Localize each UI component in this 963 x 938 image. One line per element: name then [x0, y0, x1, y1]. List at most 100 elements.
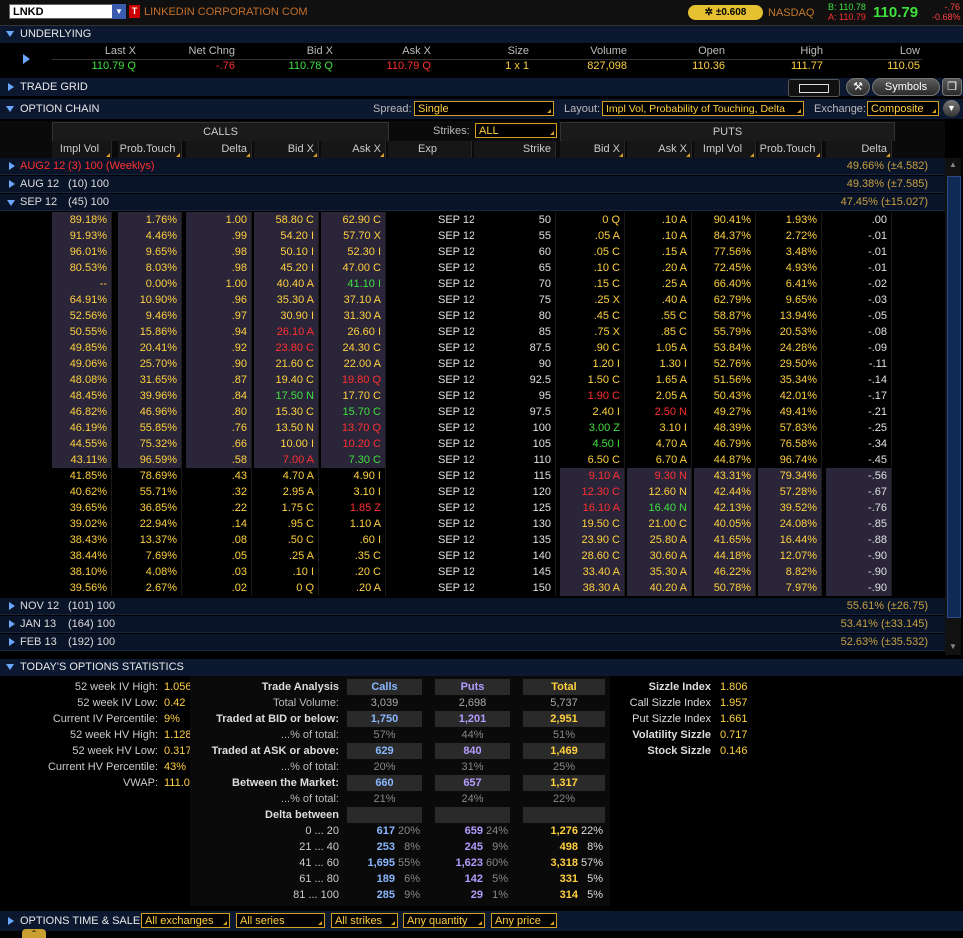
chain-cell[interactable]: .05 A — [560, 228, 625, 244]
chain-cell[interactable]: 37.10 A — [321, 292, 386, 308]
trade-badge[interactable]: T — [129, 5, 140, 18]
chain-cell[interactable]: 40.40 A — [254, 276, 319, 292]
chain-cell[interactable]: .10 A — [627, 212, 692, 228]
chain-cell[interactable]: 2.40 I — [560, 404, 625, 420]
time-sales-filter-dropdown[interactable]: All exchanges — [141, 913, 230, 928]
chain-row[interactable]: 39.56% 2.67% .02 0 Q .20 A SEP 12 150 38.30 A 40… — [0, 580, 945, 596]
chain-cell[interactable]: 7.30 C — [321, 452, 386, 468]
chain-cell[interactable]: 7.00 A — [254, 452, 319, 468]
chain-cell[interactable]: 1.30 I — [627, 356, 692, 372]
chain-cell[interactable]: 25.80 A — [627, 532, 692, 548]
chain-cell[interactable]: .45 C — [560, 308, 625, 324]
chain-cell[interactable]: .25 A — [627, 276, 692, 292]
chain-cell[interactable]: 4.70 A — [254, 468, 319, 484]
chain-cell[interactable]: .75 X — [560, 324, 625, 340]
chain-cell[interactable]: 10.20 C — [321, 436, 386, 452]
chain-cell[interactable]: 58.80 C — [254, 212, 319, 228]
chain-cell[interactable]: 1.10 A — [321, 516, 386, 532]
chain-cell[interactable]: 62.90 C — [321, 212, 386, 228]
chain-cell[interactable]: 57.70 X — [321, 228, 386, 244]
chain-cell[interactable]: 17.50 N — [254, 388, 319, 404]
chain-cell[interactable]: 33.40 A — [560, 564, 625, 580]
chain-cell[interactable]: .10 A — [627, 228, 692, 244]
series-row[interactable]: AUG2 12 (3) 100 (Weeklys) 49.66% (±4.582) — [0, 158, 945, 175]
chain-row[interactable]: -- 0.00% 1.00 40.40 A 41.10 I SEP 12 70.15 C .2… — [0, 276, 945, 292]
chain-cell[interactable]: 45.20 I — [254, 260, 319, 276]
chain-cell[interactable]: .55 C — [627, 308, 692, 324]
scrollbar-thumb[interactable] — [947, 176, 961, 618]
column-header[interactable]: Delta — [186, 141, 252, 158]
chain-cell[interactable]: 12.60 N — [627, 484, 692, 500]
chain-row[interactable]: 89.18% 1.76% 1.00 58.80 C 62.90 C SEP 12 50 0 Q… — [0, 212, 945, 228]
chain-cell[interactable]: 16.40 N — [627, 500, 692, 516]
wrench-button[interactable]: ⚒ — [846, 78, 870, 96]
chain-row[interactable]: 38.43% 13.37% .08.50 C .60 I SEP 12 135 23.90 … — [0, 532, 945, 548]
time-sales-filter-dropdown[interactable]: Any quantity — [403, 913, 485, 928]
column-header[interactable]: Ask X — [321, 141, 386, 158]
chain-row[interactable]: 49.06% 25.70% .90 21.60 C 22.00 A SEP 12 90 1.2… — [0, 356, 945, 372]
chain-cell[interactable]: 21.00 C — [627, 516, 692, 532]
column-header[interactable]: Strike — [474, 141, 556, 158]
chain-cell[interactable]: 6.50 C — [560, 452, 625, 468]
chain-cell[interactable]: 23.80 C — [254, 340, 319, 356]
chain-cell[interactable]: 10.00 I — [254, 436, 319, 452]
chain-cell[interactable]: 4.50 I — [560, 436, 625, 452]
chain-row[interactable]: 41.85% 78.69% .43 4.70 A 4.90 I SEP 12 115 9.10… — [0, 468, 945, 484]
chain-cell[interactable]: 0 Q — [254, 580, 319, 596]
chain-row[interactable]: 64.91% 10.90% .96 35.30 A 37.10 A SEP 12 75.25… — [0, 292, 945, 308]
chain-cell[interactable]: .40 A — [627, 292, 692, 308]
chain-cell[interactable]: .15 C — [560, 276, 625, 292]
chain-cell[interactable]: 9.10 A — [560, 468, 625, 484]
chain-cell[interactable]: 26.60 I — [321, 324, 386, 340]
chain-cell[interactable]: 21.60 C — [254, 356, 319, 372]
chain-cell[interactable]: 30.60 A — [627, 548, 692, 564]
chain-cell[interactable]: 2.50 N — [627, 404, 692, 420]
layout-dropdown[interactable]: Impl Vol, Probability of Touching, Delta — [602, 101, 804, 116]
series-row[interactable]: JAN 13 (164) 100 53.41% (±33.145) — [0, 616, 945, 633]
chain-cell[interactable]: 1.75 C — [254, 500, 319, 516]
chain-row[interactable]: 40.62% 55.71% .32 2.95 A 3.10 I SEP 12 120 12.3… — [0, 484, 945, 500]
column-header[interactable]: Bid X — [254, 141, 319, 158]
chain-row[interactable]: 80.53% 8.03% .98 45.20 I 47.00 C SEP 12 65.10 … — [0, 260, 945, 276]
chain-row[interactable]: 50.55% 15.86% .94 26.10 A 26.60 I SEP 12 85.75… — [0, 324, 945, 340]
chain-cell[interactable]: 13.70 Q — [321, 420, 386, 436]
chain-cell[interactable]: .95 C — [254, 516, 319, 532]
time-sales-filter-dropdown[interactable]: Any price — [491, 913, 557, 928]
chain-cell[interactable]: 19.80 Q — [321, 372, 386, 388]
column-header[interactable]: Bid X — [560, 141, 625, 158]
chain-row[interactable]: 39.65% 36.85% .22 1.75 C 1.85 Z SEP 12 125 16.1… — [0, 500, 945, 516]
chain-row[interactable]: 38.10% 4.08% .03.10 I .20 C SEP 12 145 33.40 A… — [0, 564, 945, 580]
chain-cell[interactable]: .25 X — [560, 292, 625, 308]
chain-cell[interactable]: .35 C — [321, 548, 386, 564]
chain-cell[interactable]: 2.05 A — [627, 388, 692, 404]
chain-cell[interactable]: .05 C — [560, 244, 625, 260]
column-header[interactable]: Delta — [826, 141, 892, 158]
underlying-header[interactable]: UNDERLYING — [0, 26, 963, 43]
chain-cell[interactable]: 19.40 C — [254, 372, 319, 388]
chain-row[interactable]: 38.44% 7.69% .05.25 A .35 C SEP 12 140 28.60 C… — [0, 548, 945, 564]
chain-cell[interactable]: 26.10 A — [254, 324, 319, 340]
column-header[interactable]: Prob.Touch — [118, 141, 182, 158]
series-row[interactable]: SEP 12 (45) 100 47.45% (±15.027) — [0, 194, 945, 211]
stats-header[interactable]: TODAY'S OPTIONS STATISTICS — [0, 659, 963, 676]
chain-cell[interactable]: 1.65 A — [627, 372, 692, 388]
chain-cell[interactable]: .60 I — [321, 532, 386, 548]
chain-menu-button[interactable]: ▼ — [943, 100, 960, 117]
expand-icon[interactable] — [9, 638, 15, 646]
chain-cell[interactable]: 9.30 N — [627, 468, 692, 484]
chain-cell[interactable]: 28.60 C — [560, 548, 625, 564]
chain-scrollbar[interactable]: ▲ ▼ — [945, 158, 961, 655]
chain-cell[interactable]: 35.30 A — [254, 292, 319, 308]
chain-cell[interactable]: 35.30 A — [627, 564, 692, 580]
chain-cell[interactable]: .90 C — [560, 340, 625, 356]
column-header[interactable]: Impl Vol — [52, 141, 112, 158]
chain-cell[interactable]: 4.70 A — [627, 436, 692, 452]
column-header[interactable]: Ask X — [627, 141, 692, 158]
column-header[interactable]: Prob.Touch — [758, 141, 822, 158]
chain-cell[interactable]: 1.90 C — [560, 388, 625, 404]
chain-cell[interactable]: .15 A — [627, 244, 692, 260]
strikes-dropdown[interactable]: ALL — [475, 123, 557, 138]
expand-up-icon[interactable]: ⌃ — [22, 929, 46, 938]
chain-row[interactable]: 48.08% 31.65% .87 19.40 C 19.80 Q SEP 12 92.5 1… — [0, 372, 945, 388]
chain-cell[interactable]: 3.10 I — [321, 484, 386, 500]
